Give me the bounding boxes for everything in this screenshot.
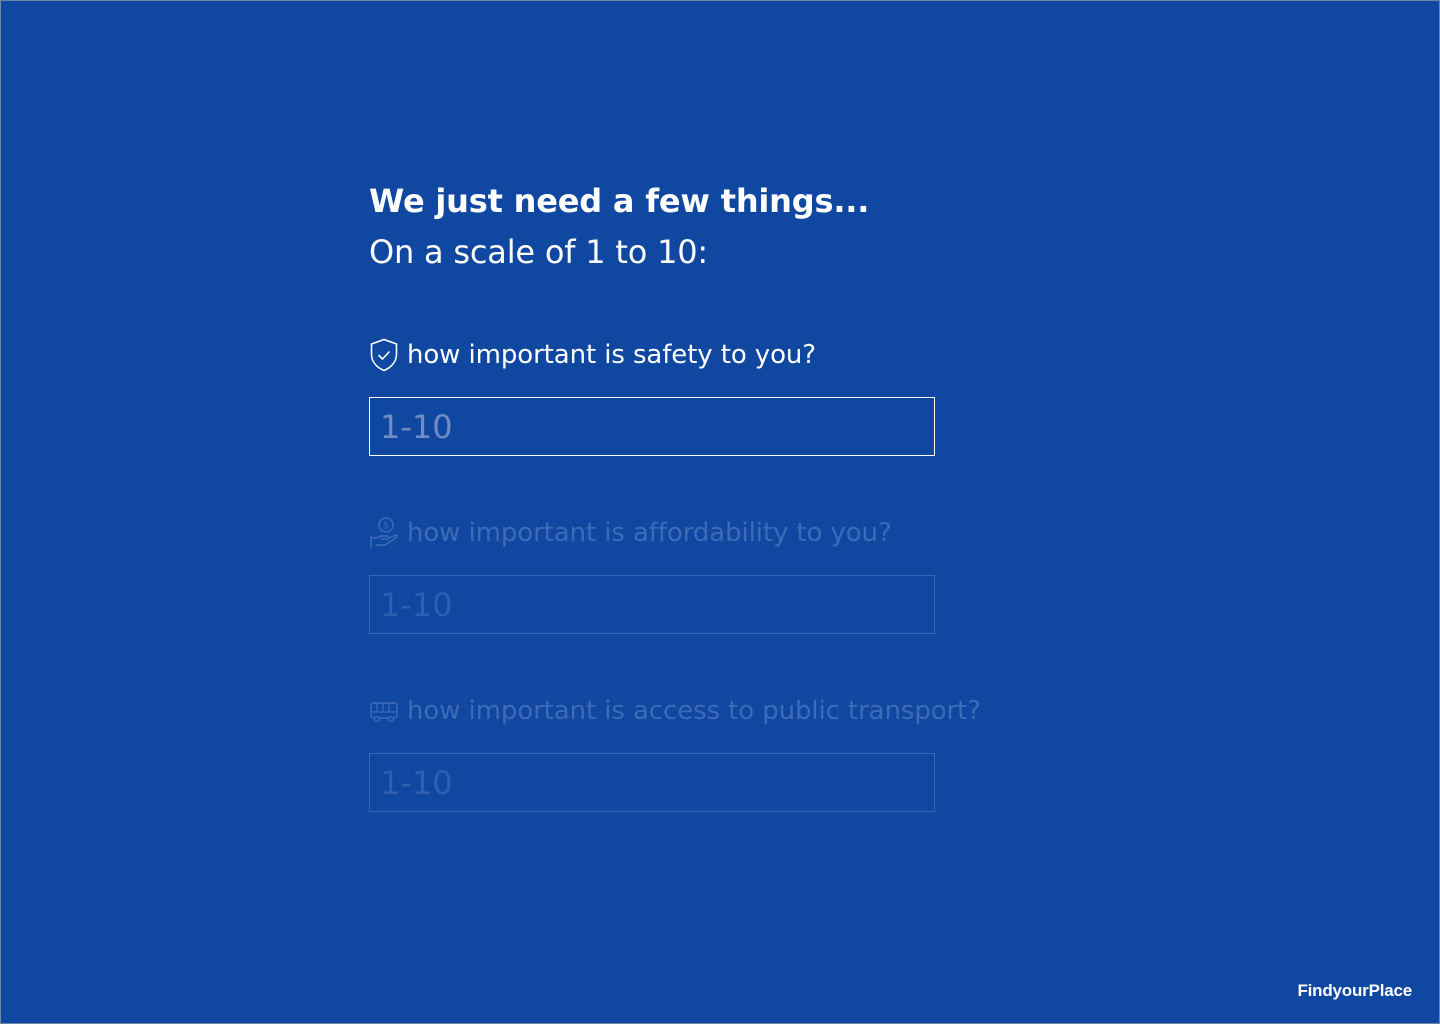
safety-rating-input[interactable] [369, 397, 935, 456]
question-label-row: how important is safety to you? [369, 335, 989, 375]
transport-rating-input[interactable] [369, 753, 935, 812]
page-title: We just need a few things... [369, 182, 870, 220]
brand-logo: FindyourPlace [1297, 981, 1412, 1000]
question-safety: how important is safety to you? [369, 335, 989, 456]
question-label-row: how important is access to public transp… [369, 691, 989, 731]
svg-text:$: $ [383, 521, 389, 532]
shield-check-icon [369, 338, 399, 372]
question-transport: how important is access to public transp… [369, 691, 989, 812]
affordability-rating-input[interactable] [369, 575, 935, 634]
question-label-row: $ how important is affordability to you? [369, 513, 989, 553]
questionnaire: We just need a few things... On a scale … [369, 177, 981, 812]
hand-coin-icon: $ [369, 516, 399, 550]
question-affordability: $ how important is affordability to you? [369, 513, 989, 634]
question-label: how important is affordability to you? [407, 518, 892, 548]
app-frame: We just need a few things... On a scale … [0, 0, 1440, 1024]
question-label: how important is access to public transp… [407, 696, 981, 726]
question-label: how important is safety to you? [407, 340, 816, 370]
bus-icon [369, 694, 399, 728]
page-subtitle: On a scale of 1 to 10: [369, 233, 708, 271]
